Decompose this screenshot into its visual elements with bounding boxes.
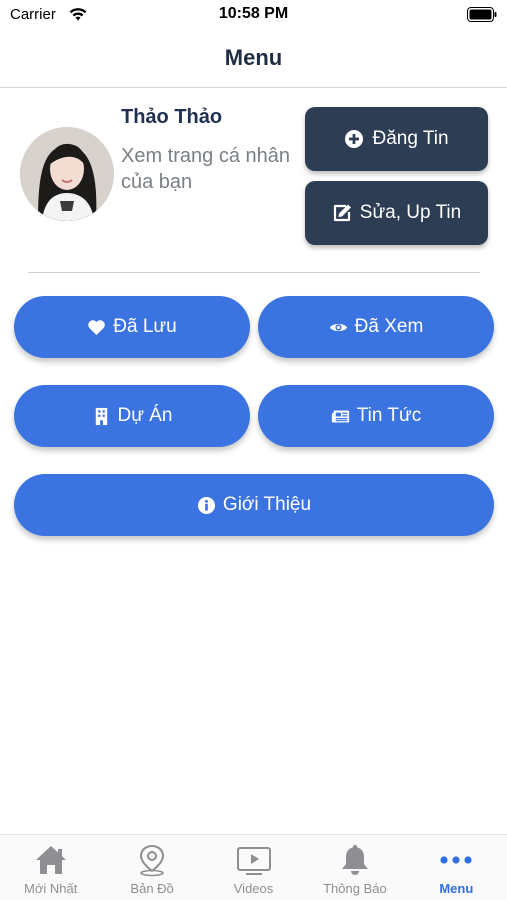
bell-icon (341, 845, 368, 875)
eye-icon (329, 323, 347, 331)
battery-icon (467, 7, 497, 22)
info-icon (197, 496, 215, 514)
tab-label: Bản Đồ (130, 881, 174, 896)
tab-notifications[interactable]: Thông Báo (304, 835, 405, 900)
map-pin-icon (140, 844, 165, 877)
building-icon (95, 407, 107, 425)
edit-listing-button[interactable]: Sửa, Up Tin (305, 181, 488, 245)
tab-latest[interactable]: Mới Nhất (0, 835, 101, 900)
tab-label: Mới Nhất (24, 881, 78, 896)
saved-label: Đã Lưu (113, 316, 177, 337)
projects-label: Dự Án (117, 405, 173, 426)
news-label: Tin Tức (356, 405, 422, 426)
news-button[interactable]: Tin Tức (258, 385, 494, 447)
avatar-photo (20, 127, 114, 221)
tab-bar: Mới Nhất Bản Đồ Videos Thông Báo Menu (0, 834, 507, 900)
projects-button[interactable]: Dự Án (14, 385, 250, 447)
video-icon (236, 847, 271, 875)
post-listing-button[interactable]: Đăng Tin (305, 107, 488, 171)
page-title: Menu (224, 45, 283, 70)
viewed-button[interactable]: Đã Xem (258, 296, 494, 358)
navigation-bar: Menu (0, 32, 507, 88)
avatar[interactable] (20, 127, 114, 221)
status-bar: Carrier 10:58 PM (0, 0, 507, 32)
viewed-label: Đã Xem (354, 316, 424, 337)
about-label: Giới Thiệu (222, 494, 312, 515)
tab-label: Thông Báo (323, 881, 387, 896)
tab-label: Videos (233, 881, 274, 896)
heart-icon (88, 319, 106, 335)
newspaper-icon (331, 409, 349, 423)
tab-videos[interactable]: Videos (203, 835, 304, 900)
status-time: 10:58 PM (218, 5, 289, 22)
tab-label: Menu (439, 881, 474, 896)
view-profile-link[interactable]: Xem trang cá nhân của bạn (121, 143, 291, 195)
profile-name[interactable]: Thảo Thảo (121, 106, 222, 129)
edit-icon (333, 204, 351, 222)
home-icon (35, 846, 66, 874)
plus-circle-icon (345, 130, 364, 148)
divider (28, 272, 480, 273)
edit-listing-label: Sửa, Up Tin (359, 202, 462, 223)
saved-button[interactable]: Đã Lưu (14, 296, 250, 358)
post-listing-label: Đăng Tin (372, 128, 449, 149)
tab-menu[interactable]: Menu (406, 835, 507, 900)
more-dots-icon (440, 856, 472, 864)
about-button[interactable]: Giới Thiệu (14, 474, 494, 536)
tab-map[interactable]: Bản Đồ (101, 835, 202, 900)
